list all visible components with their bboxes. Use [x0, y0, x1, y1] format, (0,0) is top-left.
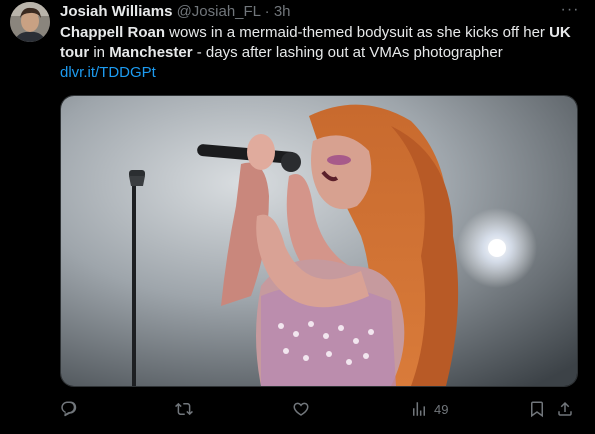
share-button[interactable] [556, 398, 574, 420]
tweet-text-bold-5: Manchester [109, 44, 193, 61]
tweet-text-4: in [89, 44, 110, 61]
tweet-header: Josiah Williams @Josiah_FL · 3h [60, 2, 291, 22]
tweet-photo[interactable] [60, 95, 578, 387]
retweet-icon [175, 402, 193, 416]
author-name[interactable]: Josiah Williams [60, 3, 172, 20]
tweet-text-6: - days after lashing out at VMAs photogr… [192, 44, 503, 61]
heart-icon [293, 402, 309, 416]
views-count: 49 [434, 401, 449, 417]
reply-button[interactable] [60, 398, 78, 420]
tweet-link[interactable]: dlvr.it/TDDGPt [60, 64, 156, 81]
tweet-text-2: wows in a mermaid-themed bodysuit as she… [165, 24, 550, 41]
tweet-text: Chappell Roan wows in a mermaid-themed b… [60, 23, 580, 83]
views-button[interactable]: 49 [410, 398, 448, 420]
bookmark-icon [531, 401, 543, 418]
tweet-actions: 49 [60, 398, 580, 420]
more-options-icon[interactable]: ··· [560, 2, 580, 23]
tweet-text-bold-1: Chappell Roan [60, 24, 166, 41]
like-button[interactable] [292, 398, 310, 420]
retweet-button[interactable] [175, 398, 193, 420]
separator-dot: · [264, 3, 270, 20]
tweet[interactable]: Josiah Williams @Josiah_FL · 3h ··· Chap… [0, 0, 595, 434]
bookmark-button[interactable] [528, 398, 546, 420]
author-handle[interactable]: @Josiah_FL [177, 3, 261, 20]
avatar[interactable] [10, 2, 50, 42]
timestamp[interactable]: 3h [274, 3, 291, 20]
reply-icon [61, 401, 77, 417]
share-icon [558, 401, 572, 416]
views-icon [413, 402, 425, 416]
